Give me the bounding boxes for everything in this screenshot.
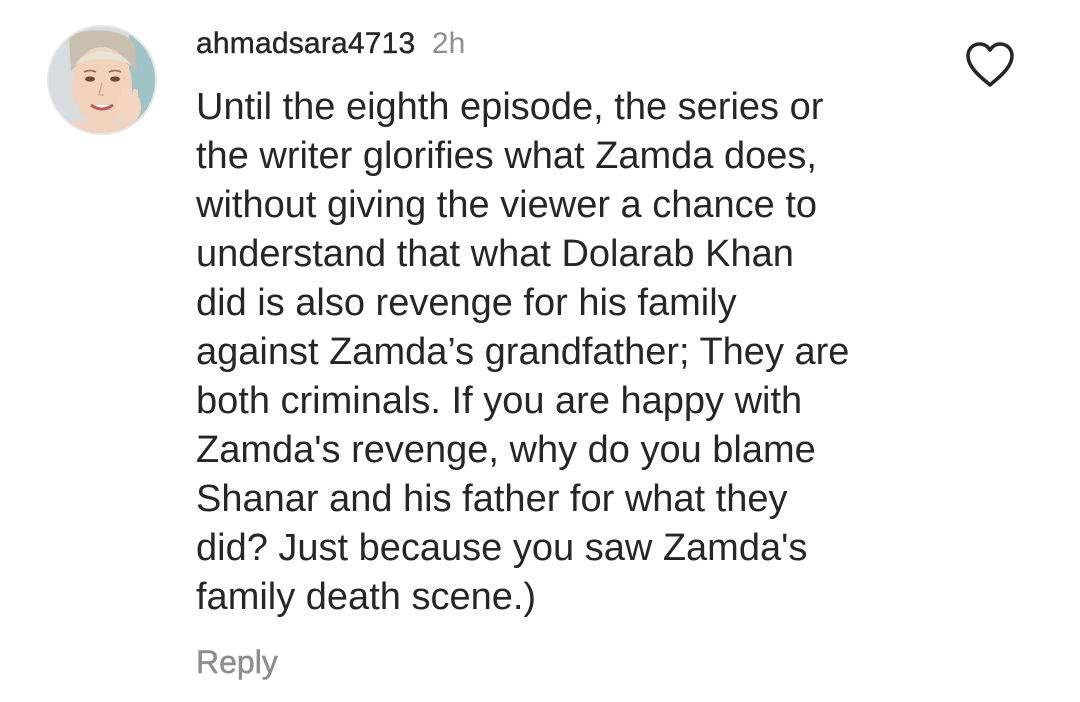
like-button[interactable] <box>962 40 1018 90</box>
comment-line: family death scene.) <box>196 576 537 618</box>
comment-line: the writer glorifies what Zamda does, <box>196 135 817 177</box>
comment-line: Until the eighth episode, the series or <box>196 86 824 128</box>
avatar-image <box>49 27 155 133</box>
username-link[interactable]: ahmadsara4713 <box>196 27 416 60</box>
avatar[interactable] <box>49 27 155 133</box>
timestamp: 2h <box>431 27 466 60</box>
comment-line: against Zamda’s grandfather; They are <box>196 331 850 373</box>
heart-outline-icon <box>966 42 1014 87</box>
comment-line: Shanar and his father for what they <box>196 478 788 520</box>
comment-line: both criminals. If you are happy with <box>196 380 803 422</box>
comment-line: understand that what Dolarab Khan <box>196 233 794 275</box>
comment-text: Until the eighth episode, the series or … <box>196 83 956 622</box>
comment-line: did is also revenge for his family <box>196 282 737 324</box>
comment-item: ahmadsara4713 2h Until the eighth episod… <box>0 0 1080 702</box>
comment-line: did? Just because you saw Zamda's <box>196 527 808 569</box>
comment-line: without giving the viewer a chance to <box>196 184 818 226</box>
comment-header: ahmadsara4713 2h <box>196 24 465 64</box>
comment-line: Zamda's revenge, why do you blame <box>196 429 816 471</box>
reply-button[interactable]: Reply <box>196 640 278 684</box>
